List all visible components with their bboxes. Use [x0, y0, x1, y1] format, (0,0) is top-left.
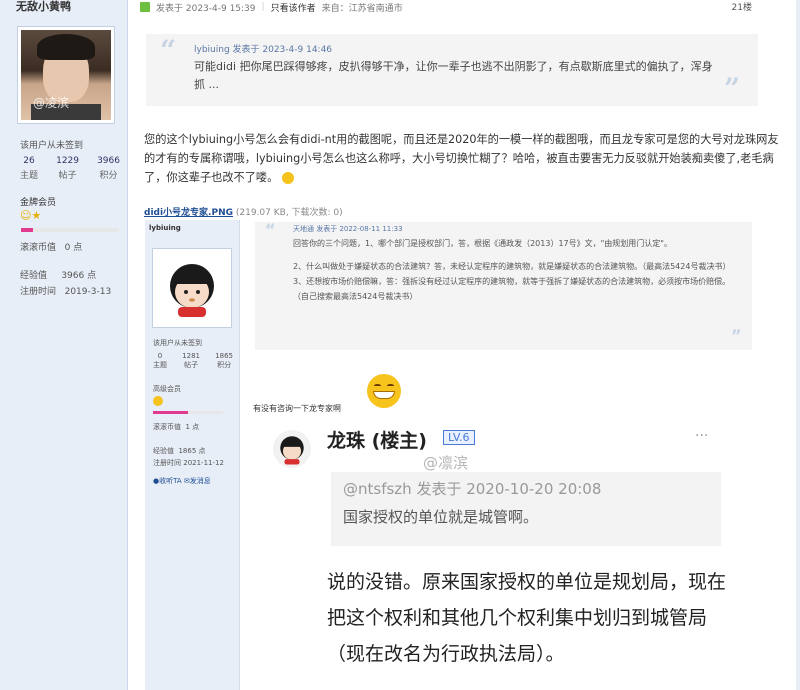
floor-number[interactable]: 21楼: [732, 0, 752, 13]
post-body: 您的这个lybiuing小号怎么会有didi-nt用的截图呢，而且还是2020年…: [144, 133, 779, 184]
star-medal-icon: ★: [31, 209, 42, 222]
post-header: 发表于 2023-4-9 15:39 | 只看该作者 来自：江苏省南通市: [140, 0, 760, 14]
embed-quote-text: 回答你的三个问题，1、哪个部门是授权部门，答，根据《通政发（2013）17号》文…: [293, 239, 731, 301]
embed-stats: 0 主题 1281 帖子 1865 积分: [153, 352, 233, 369]
medal-icon: [153, 396, 163, 406]
online-icon: [140, 2, 150, 12]
embed-username: lybiuing: [149, 224, 181, 232]
embed-avatar: [152, 248, 232, 328]
grin-emoji-icon: [367, 374, 401, 408]
author-sidebar: 无敌小黄鸭 @凌滨 该用户从未签到 26 主题 1229 帖子 3966 积分 金牌会…: [0, 0, 128, 690]
rank-label[interactable]: 金牌会员: [20, 195, 56, 208]
close-quote-icon: ”: [724, 72, 741, 105]
more-icon: ···: [695, 428, 709, 444]
phone-body-text: 说的没错。原来国家授权的单位是规划局，现在把这个权利和其他几个权利集中划归到城管…: [327, 571, 727, 665]
attachment-meta: (219.07 KB, 下载次数: 0): [235, 208, 343, 218]
quote-block: “ lybiuing 发表于 2023-4-9 14:46 可能didi 把你尾…: [146, 34, 758, 106]
author-username[interactable]: 无敌小黄鸭: [16, 0, 71, 14]
quote-author[interactable]: lybiuing 发表于 2023-4-9 14:46: [194, 42, 332, 55]
stat-points[interactable]: 3966 积分: [97, 156, 120, 181]
stat-threads[interactable]: 26 主题: [20, 156, 38, 181]
embed-comment: 有没有咨询一下龙专家啊: [253, 404, 341, 413]
phone-username: 龙珠 (楼主): [327, 430, 427, 452]
embed-close-quote-icon: ”: [731, 326, 742, 345]
stat-posts[interactable]: 1229 帖子: [56, 156, 79, 181]
phone-watermark: @凛滨: [423, 454, 469, 472]
right-border: [796, 0, 800, 690]
exp-row: 经验值 3966 点: [20, 271, 97, 281]
phone-avatar: [273, 430, 311, 468]
medal-icons: ☺★: [20, 209, 41, 222]
smile-medal-icon: ☺: [20, 209, 32, 222]
smirk-emoji-icon: [281, 172, 294, 184]
open-quote-icon: “: [160, 34, 177, 67]
author-avatar[interactable]: @凌滨: [17, 26, 115, 124]
post-time: 发表于 2023-4-9 15:39: [156, 3, 256, 14]
sign-status: 该用户从未签到: [20, 141, 84, 151]
avatar-watermark: @凌滨: [33, 96, 70, 110]
phone-screenshot: 龙珠 (楼主) LV.6 ··· @凛滨 @ntsfszh 发表于 2020-1…: [255, 418, 752, 690]
attachment-line: didi小号龙专家.PNG (219.07 KB, 下载次数: 0): [144, 205, 343, 218]
author-stats: 26 主题 1229 帖子 3966 积分: [20, 156, 120, 181]
rank-progress-bar: [21, 228, 119, 232]
coins-row: 滚滚币值 0 点: [20, 243, 83, 253]
embed-open-quote-icon: “: [265, 220, 276, 239]
phone-level-badge: LV.6: [443, 430, 475, 445]
attachment-link[interactable]: didi小号龙专家.PNG: [144, 208, 233, 218]
only-author-link[interactable]: 只看该作者: [271, 1, 316, 14]
attached-screenshot[interactable]: lybiuing 该用户从未签到 0 主题 1281 帖子 1865 积分 高级会员 …: [145, 220, 757, 690]
quote-text: 可能didi 把你尾巴踩得够疼，皮扒得够干净，让你一辈子也逃不出阴影了，有点歇斯…: [194, 60, 713, 91]
embed-sidebar: lybiuing 该用户从未签到 0 主题 1281 帖子 1865 积分 高级会员 …: [145, 220, 240, 690]
phone-quote: @ntsfszh 发表于 2020-10-20 20:08 国家授权的单位就是城…: [331, 472, 721, 546]
post-source: 来自：江苏省南通市: [321, 3, 403, 14]
embed-quote: “ 天地通 发表于 2022-08-11 11:33 回答你的三个问题，1、哪个…: [255, 220, 752, 350]
cartoon-avatar-small-icon: [280, 436, 304, 465]
reg-row: 注册时间 2019-3-13: [20, 287, 112, 297]
cartoon-avatar-icon: [170, 264, 214, 317]
